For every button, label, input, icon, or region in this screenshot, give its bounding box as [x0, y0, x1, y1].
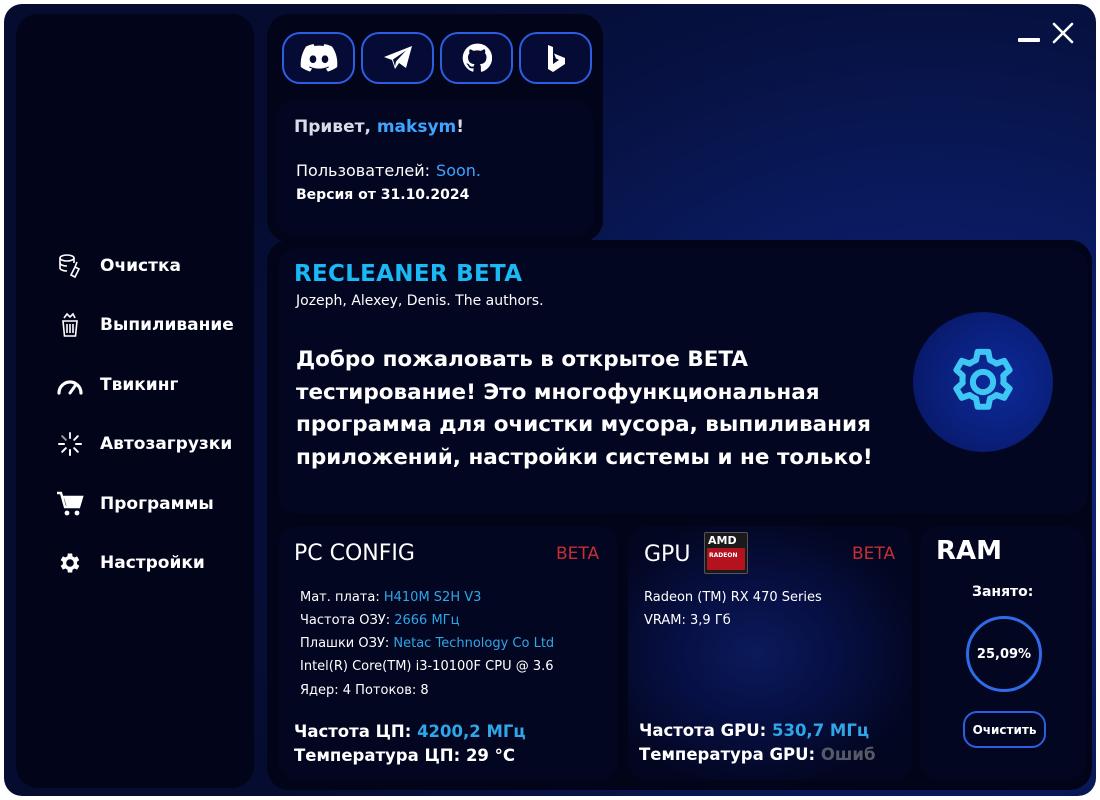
sidebar-item-label: Автозагрузки	[100, 434, 233, 455]
spec-label: Мат. плата:	[300, 590, 380, 605]
gear-icon	[953, 348, 1013, 410]
version-text: Версия от 31.10.2024	[296, 187, 470, 203]
greeting-exclaim: !	[456, 117, 465, 137]
spec-label: Частота ОЗУ:	[300, 613, 391, 628]
pc-config-title: PC CONFIG	[294, 541, 415, 566]
stat-label: Частота ЦП:	[294, 722, 412, 741]
speedometer-icon	[56, 371, 84, 399]
beta-badge: BETA	[852, 544, 896, 564]
gear-icon	[56, 549, 84, 577]
users-label: Пользователей:	[296, 161, 431, 180]
sidebar-item-settings[interactable]: Настройки	[16, 534, 254, 594]
cpu-frequency: Частота ЦП: 4200,2 МГц	[294, 722, 526, 741]
close-icon[interactable]	[1052, 22, 1074, 44]
gpu-title: GPU	[644, 542, 691, 567]
sidebar-item-label: Настройки	[100, 553, 205, 574]
loading-spinner-icon	[56, 430, 84, 458]
cpu-temperature: Температура ЦП: 29 °C	[294, 746, 515, 765]
stat-value: Ошиб	[820, 745, 876, 764]
sidebar-item-label: Выпиливание	[100, 315, 234, 336]
vram-spec: VRAM: 3,9 Гб	[644, 613, 731, 628]
spec-value: Netac Technology Co Ltd	[393, 636, 555, 651]
sidebar-nav: Очистка Выпиливание Твикинг Автозагрузки…	[16, 236, 254, 593]
sidebar-item-removal[interactable]: Выпиливание	[16, 296, 254, 356]
sidebar-item-programs[interactable]: Программы	[16, 474, 254, 534]
ram-title: RAM	[936, 536, 1003, 566]
database-broom-icon	[56, 252, 84, 280]
sidebar-item-label: Программы	[100, 493, 214, 514]
github-button[interactable]	[440, 32, 513, 84]
window-controls	[1018, 22, 1074, 44]
sidebar-item-tweaking[interactable]: Твикинг	[16, 355, 254, 415]
logo-brand: AMD	[708, 534, 737, 547]
sidebar-item-autostart[interactable]: Автозагрузки	[16, 415, 254, 475]
spec-value: 2666 МГц	[394, 613, 460, 628]
clear-ram-button[interactable]: Очистить	[963, 711, 1046, 748]
shopping-cart-icon	[56, 490, 84, 518]
logo-sub: RADEON	[709, 552, 738, 559]
settings-gear-button[interactable]	[913, 312, 1053, 452]
telegram-icon	[383, 46, 412, 69]
spec-value: H410M S2H V3	[383, 590, 482, 605]
users-count: Пользователей: Soon.	[296, 161, 481, 180]
ram-usage-value: 25,09%	[976, 646, 1032, 662]
username: maksym	[376, 117, 457, 137]
stat-label: Частота GPU:	[639, 721, 767, 740]
ram-frequency-spec: Частота ОЗУ: 2666 МГц	[300, 613, 459, 628]
welcome-text: Добро пожаловать в открытое BETA тестиро…	[296, 347, 873, 470]
welcome-card: RECLEANER BETA Jozeph, Alexey, Denis. Th…	[278, 248, 1088, 514]
greeting-text: Привет,	[294, 117, 371, 137]
discord-icon	[300, 44, 337, 72]
amd-radeon-logo: AMD RADEON	[704, 532, 748, 574]
authors-text: Jozeph, Alexey, Denis. The authors.	[296, 293, 544, 309]
app-title: RECLEANER BETA	[294, 261, 523, 287]
stat-value: 4200,2 МГц	[417, 722, 526, 741]
sidebar-item-cleanup[interactable]: Очистка	[16, 236, 254, 296]
app-window: Очистка Выпиливание Твикинг Автозагрузки…	[4, 4, 1096, 796]
pc-config-card: PC CONFIG BETA Мат. плата: H410M S2H V3 …	[278, 526, 618, 780]
telegram-button[interactable]	[361, 32, 434, 84]
gpu-frequency: Частота GPU: 530,7 МГц	[639, 721, 869, 740]
stat-value: 530,7 МГц	[771, 721, 870, 740]
sidebar: Очистка Выпиливание Твикинг Автозагрузки…	[16, 14, 254, 788]
ram-usage-ring: 25,09%	[966, 616, 1042, 692]
minimize-icon[interactable]	[1018, 38, 1040, 42]
sidebar-item-label: Твикинг	[100, 374, 179, 395]
beta-badge: BETA	[556, 544, 600, 564]
github-icon	[462, 43, 492, 72]
bing-icon	[547, 45, 565, 72]
ram-sticks-spec: Плашки ОЗУ: Netac Technology Co Ltd	[300, 636, 554, 651]
cpu-spec: Intel(R) Core(TM) i3-10100F CPU @ 3.6	[300, 659, 554, 674]
spec-label: Плашки ОЗУ:	[300, 636, 390, 651]
gpu-temperature: Температура GPU: Ошиб	[639, 745, 876, 764]
ram-busy-label: Занято:	[972, 584, 1034, 600]
gpu-name: Radeon (TM) RX 470 Series	[644, 590, 822, 605]
greeting-line: Привет, maksym!	[294, 117, 464, 137]
sidebar-item-label: Очистка	[100, 255, 181, 276]
stat-label: Температура GPU:	[639, 745, 816, 764]
motherboard-spec: Мат. плата: H410M S2H V3	[300, 590, 481, 605]
greeting-card: Привет, maksym! Пользователей: Soon. Верс…	[276, 100, 594, 236]
users-value: Soon.	[436, 161, 481, 180]
cores-spec: Ядер: 4 Потоков: 8	[300, 683, 429, 698]
bing-button[interactable]	[519, 32, 592, 84]
trash-icon	[56, 311, 84, 339]
stat-value: 29 °C	[465, 746, 516, 765]
gpu-card: GPU AMD RADEON BETA Radeon (TM) RX 470 S…	[628, 526, 912, 780]
social-buttons	[282, 32, 592, 84]
discord-button[interactable]	[282, 32, 355, 84]
ram-card: RAM Занято: 25,09% Очистить	[920, 526, 1086, 780]
stat-label: Температура ЦП:	[294, 746, 461, 765]
